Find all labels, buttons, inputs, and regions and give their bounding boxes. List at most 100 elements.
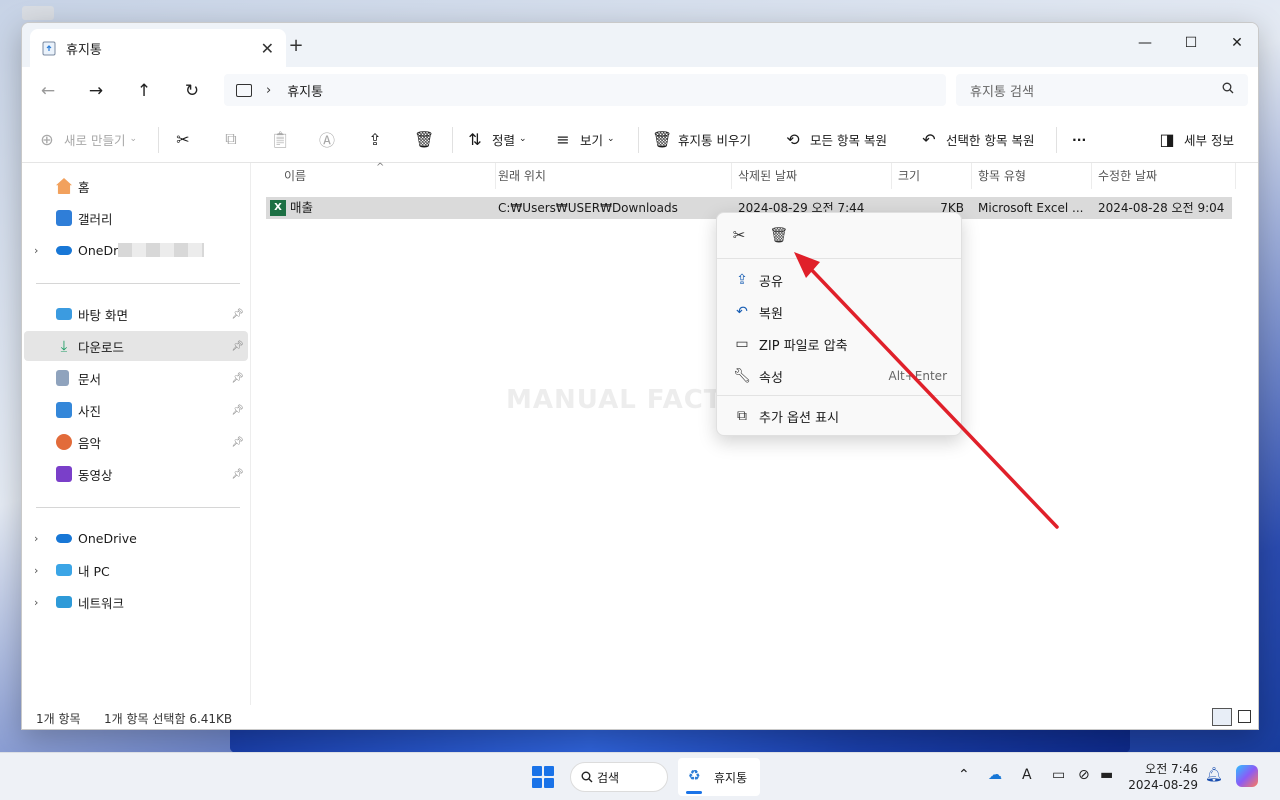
- sidebar-item-onedrive[interactable]: › OneDrive: [24, 523, 248, 553]
- breadcrumb[interactable]: 휴지통: [287, 81, 323, 100]
- display-icon[interactable]: ▭: [1052, 767, 1065, 783]
- sidebar-item-documents[interactable]: 문서 📌︎: [24, 363, 248, 393]
- pin-icon[interactable]: 📌︎: [231, 405, 244, 416]
- close-window-button[interactable]: ✕: [1214, 29, 1258, 57]
- share-icon: ⇪: [368, 129, 382, 149]
- copy-button[interactable]: ⧉: [222, 115, 248, 163]
- minimize-button[interactable]: —: [1122, 29, 1168, 57]
- up-button[interactable]: ↑: [132, 79, 156, 103]
- zip-folder-icon: ▭: [735, 336, 749, 352]
- clock[interactable]: 오전 7:46 2024-08-29: [1120, 761, 1198, 793]
- sidebar-item-onedrive-personal[interactable]: › OneDriv: [24, 235, 248, 265]
- view-button[interactable]: ≡ 보기 ⌄: [554, 115, 614, 163]
- network-icon: [56, 596, 72, 608]
- pin-icon[interactable]: 📌︎: [231, 437, 244, 448]
- column-header-modified-date[interactable]: 수정한 날짜: [1092, 163, 1236, 189]
- sidebar-item-label: 내 PC: [78, 563, 110, 579]
- undo-icon: ↶: [922, 129, 936, 149]
- menu-item-shortcut: Alt+Enter: [888, 369, 947, 383]
- sidebar-divider: [36, 283, 240, 284]
- chevron-down-icon: ⌄: [519, 134, 527, 144]
- taskbar-search-button[interactable]: 검색: [570, 762, 668, 792]
- trash-icon[interactable]: 🗑︎: [767, 226, 791, 248]
- sidebar-item-label: 홈: [78, 179, 90, 195]
- sidebar-divider: [36, 507, 240, 508]
- copilot-icon[interactable]: [1236, 765, 1258, 787]
- forward-button[interactable]: →: [84, 79, 108, 103]
- notification-bell-icon[interactable]: 🔔︎: [1205, 767, 1223, 783]
- sidebar-item-videos[interactable]: 동영상 📌︎: [24, 459, 248, 489]
- sidebar-item-label: OneDrive: [78, 530, 137, 546]
- column-header-deleted-date[interactable]: 삭제된 날짜: [732, 163, 892, 189]
- restore-selected-button[interactable]: ↶ 선택한 항목 복원: [920, 115, 1034, 163]
- sidebar-item-this-pc[interactable]: › 내 PC: [24, 555, 248, 585]
- chevron-up-icon[interactable]: ⌃: [958, 767, 970, 783]
- menu-item-restore[interactable]: ↶ 복원: [725, 297, 955, 327]
- delete-button[interactable]: 🗑︎: [414, 115, 440, 163]
- empty-recycle-bin-label: 휴지통 비우기: [678, 132, 751, 148]
- menu-item-properties[interactable]: 🔧︎ 속성 Alt+Enter: [725, 361, 955, 391]
- start-button[interactable]: [532, 766, 554, 788]
- taskbar-app-recycle-bin[interactable]: ♻ 휴지통: [678, 758, 760, 796]
- download-icon: ⤓: [60, 337, 68, 355]
- music-icon: [56, 434, 72, 450]
- sidebar-item-network[interactable]: › 네트워크: [24, 587, 248, 617]
- sidebar-item-label: 갤러리: [78, 211, 113, 227]
- empty-recycle-bin-button[interactable]: 🗑︎ 휴지통 비우기: [652, 115, 751, 163]
- start-logo-tile: [532, 778, 542, 788]
- maximize-button[interactable]: ☐: [1168, 29, 1214, 57]
- paste-button[interactable]: 📋︎: [270, 115, 296, 163]
- chevron-right-icon[interactable]: ›: [34, 596, 38, 609]
- new-button[interactable]: ⊕ 새로 만들기 ⌄: [38, 115, 137, 163]
- toolbar-divider: [452, 127, 453, 153]
- menu-item-compress-zip[interactable]: ▭ ZIP 파일로 압축: [725, 329, 955, 359]
- pin-icon[interactable]: 📌︎: [231, 309, 244, 320]
- column-header-type[interactable]: 항목 유형: [972, 163, 1092, 189]
- sort-button[interactable]: ⇅ 정렬 ⌄: [466, 115, 527, 163]
- desktop-shortcut-icon[interactable]: [22, 6, 54, 20]
- pin-icon[interactable]: 📌︎: [231, 373, 244, 384]
- chevron-right-icon[interactable]: ›: [34, 564, 38, 577]
- start-logo-tile: [532, 766, 542, 776]
- details-view-button[interactable]: [1212, 708, 1232, 726]
- scissors-icon[interactable]: ✂: [727, 226, 751, 248]
- tiles-view-button[interactable]: [1238, 710, 1251, 723]
- battery-icon[interactable]: ▬: [1100, 767, 1113, 783]
- sort-up-icon: ^: [376, 162, 385, 173]
- column-header-original-location[interactable]: 원래 위치: [492, 163, 732, 189]
- chevron-right-icon[interactable]: ›: [34, 244, 38, 257]
- back-button[interactable]: ←: [36, 79, 60, 103]
- chevron-right-icon[interactable]: ›: [34, 532, 38, 545]
- new-tab-button[interactable]: +: [284, 35, 308, 56]
- details-pane-button[interactable]: ◨ 세부 정보: [1158, 115, 1234, 163]
- sidebar-item-downloads[interactable]: ⤓ 다운로드 📌︎: [24, 331, 248, 361]
- onedrive-tray-icon[interactable]: ☁: [988, 767, 1002, 783]
- sidebar-item-music[interactable]: 음악 📌︎: [24, 427, 248, 457]
- column-header-size[interactable]: 크기: [892, 163, 972, 189]
- network-icon[interactable]: ⊘: [1078, 767, 1090, 783]
- breadcrumb-chevron-icon[interactable]: ›: [266, 83, 271, 98]
- refresh-button[interactable]: ↻: [180, 79, 204, 103]
- pin-icon[interactable]: 📌︎: [231, 469, 244, 480]
- more-options-button[interactable]: ···: [1072, 115, 1086, 163]
- menu-item-show-more-options[interactable]: ⧉ 추가 옵션 표시: [725, 401, 955, 431]
- menu-item-share[interactable]: ⇪ 공유: [725, 265, 955, 295]
- sidebar-item-gallery[interactable]: 갤러리: [24, 203, 248, 233]
- sort-icon: ⇅: [468, 129, 482, 149]
- pin-icon[interactable]: 📌︎: [231, 341, 244, 352]
- sidebar-item-home[interactable]: 홈: [24, 171, 248, 201]
- restore-all-icon: ⟲: [786, 129, 800, 149]
- column-header-name[interactable]: 이름 ^: [278, 162, 496, 189]
- cut-button[interactable]: ✂: [174, 115, 200, 163]
- sidebar-item-desktop[interactable]: 바탕 화면 📌︎: [24, 299, 248, 329]
- close-tab-button[interactable]: ✕: [261, 39, 274, 58]
- input-method-icon[interactable]: A: [1022, 767, 1032, 783]
- tab-recycle-bin[interactable]: 휴지통 ✕: [30, 29, 286, 67]
- rename-button[interactable]: Ⓐ: [318, 115, 344, 163]
- sidebar-item-pictures[interactable]: 사진 📌︎: [24, 395, 248, 425]
- sidebar-item-label: 동영상: [78, 467, 113, 483]
- restore-all-button[interactable]: ⟲ 모든 항목 복원: [784, 115, 887, 163]
- search-input[interactable]: 휴지통 검색: [956, 74, 1248, 106]
- address-bar[interactable]: › 휴지통: [224, 74, 946, 106]
- start-logo-tile: [544, 778, 554, 788]
